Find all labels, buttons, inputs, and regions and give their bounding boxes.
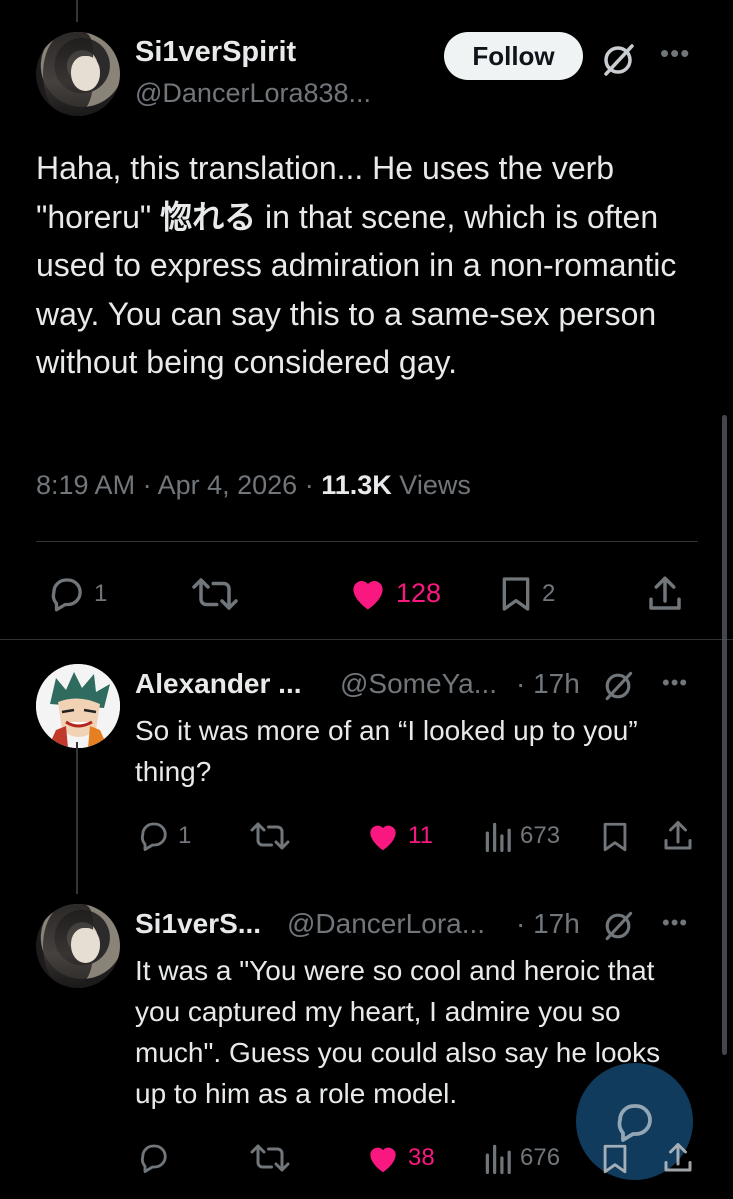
share-icon [664,1143,692,1172]
reply-2-display-name[interactable]: Si1verS... [135,908,261,940]
more-icon[interactable]: ••• [662,670,688,696]
share-icon [649,576,681,610]
like-count: 128 [396,577,442,608]
bookmark-icon [502,577,530,611]
views-label: Views [399,470,471,500]
reply-1-handle[interactable]: @SomeYa... [340,668,497,700]
reply-2-avatar[interactable] [36,904,120,988]
like-icon [353,581,383,610]
reply-1-like-count: 11 [408,822,433,849]
reply-2-reply-button[interactable] [136,1140,172,1176]
tweet-date[interactable]: Apr 4, 2026 [158,470,298,500]
divider [0,639,733,640]
reply-2-share-button[interactable] [660,1140,696,1176]
reply-1-share-button[interactable] [660,818,696,854]
tweet-body: Haha, this translation... He uses the ve… [36,150,677,380]
repost-icon [250,822,290,850]
tweet-meta: 8:19 AM · Apr 4, 2026 · 11.3K Views [36,470,471,500]
reply-1-display-name[interactable]: Alexander ... [135,668,302,700]
scrollbar[interactable] [722,415,727,1055]
reply-2-time[interactable]: · 17h [516,908,580,940]
bookmark-count: 2 [542,580,556,607]
bookmark-icon [603,822,627,852]
repost-icon [192,578,238,610]
author-display-name[interactable]: Si1verSpirit [135,36,296,69]
reply-2-bookmark-button[interactable] [598,1140,632,1178]
like-icon [370,1147,396,1173]
grok-icon[interactable] [598,40,638,80]
divider [36,541,698,542]
reply-2-views-button[interactable]: 676 [484,1142,560,1174]
reply-count: 1 [94,580,108,607]
reply-2-repost-button[interactable] [248,1140,292,1176]
reply-1-time[interactable]: · 17h [516,668,580,700]
views-count: 11.3K [321,470,392,500]
bookmark-button[interactable]: 2 [496,573,555,615]
like-button[interactable]: 128 [346,571,441,615]
thread-line [76,0,78,22]
tweet-time: 8:19 AM [36,470,136,500]
bookmark-icon [603,1144,627,1174]
repost-icon [250,1144,290,1172]
reply-1-reply-button[interactable]: 1 [136,818,191,854]
reply-icon [51,578,82,612]
reply-1-views-count: 673 [520,822,561,849]
reply-1-repost-button[interactable] [248,818,292,854]
reply-1-avatar[interactable] [36,664,120,748]
reply-2-handle[interactable]: @DancerLora... [287,908,485,940]
follow-button[interactable]: Follow [444,32,583,80]
thread-line [76,742,78,894]
more-icon[interactable]: ••• [660,38,690,69]
reply-1-reply-count: 1 [178,822,192,849]
share-button[interactable] [644,573,686,615]
reply-icon [140,822,167,851]
reply-2-views-count: 676 [520,1144,561,1171]
grok-icon[interactable] [600,908,636,944]
author-handle[interactable]: @DancerLora838... [135,78,371,109]
reply-2-like-count: 38 [408,1144,435,1171]
author-avatar[interactable] [36,32,120,116]
reply-2-like-button[interactable]: 38 [364,1139,435,1177]
reply-1-body: So it was more of an “I looked up to you… [135,715,638,787]
reply-icon [140,1144,167,1173]
repost-button[interactable] [190,573,240,615]
reply-1-like-button[interactable]: 11 [364,817,433,855]
reply-1-views-button[interactable]: 673 [484,820,560,852]
views-icon [485,1144,511,1174]
views-icon [485,822,511,852]
compose-icon [617,1103,652,1142]
grok-icon[interactable] [600,668,636,704]
share-icon [664,821,692,850]
reply-1-bookmark-button[interactable] [598,818,632,856]
more-icon[interactable]: ••• [662,910,688,936]
like-icon [370,825,396,851]
reply-button[interactable]: 1 [46,573,107,615]
